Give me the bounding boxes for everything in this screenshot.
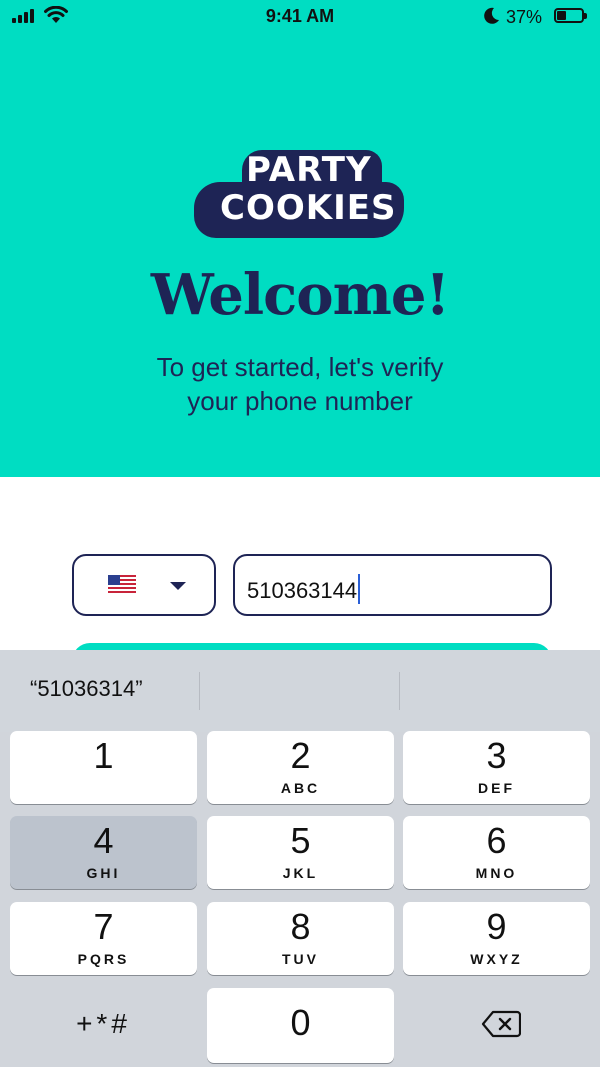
key-letters: TUV xyxy=(282,951,319,967)
subtitle: To get started, let's verify your phone … xyxy=(100,350,500,418)
moon-icon xyxy=(484,7,499,24)
key-number: 9 xyxy=(486,906,507,947)
key-letters: GHI xyxy=(86,865,121,881)
phone-number-input[interactable]: 510363144 xyxy=(233,554,552,616)
key-number: 0 xyxy=(290,1002,311,1043)
subtitle-line-1: To get started, let's verify xyxy=(156,352,444,382)
key-5[interactable]: 5 JKL xyxy=(207,816,394,889)
key-number: 2 xyxy=(290,735,311,776)
key-3[interactable]: 3 DEF xyxy=(403,731,590,804)
logo-line-1: PARTY xyxy=(246,150,372,190)
key-letters: MNO xyxy=(475,865,518,881)
symbols-label: +*# xyxy=(76,1008,131,1039)
subtitle-line-2: your phone number xyxy=(187,386,413,416)
country-code-dropdown[interactable] xyxy=(72,554,216,616)
key-number: 5 xyxy=(290,820,311,861)
key-number: 6 xyxy=(486,820,507,861)
phone-number-value: 510363144 xyxy=(247,578,358,603)
key-8[interactable]: 8 TUV xyxy=(207,902,394,975)
key-number: 8 xyxy=(290,906,311,947)
text-cursor xyxy=(358,574,361,604)
key-6[interactable]: 6 MNO xyxy=(403,816,590,889)
battery-percent: 37% xyxy=(506,7,543,27)
key-9[interactable]: 9 WXYZ xyxy=(403,902,590,975)
chevron-down-icon xyxy=(170,582,186,590)
us-flag-icon xyxy=(108,575,136,595)
key-number: 3 xyxy=(486,735,507,776)
suggestion-item[interactable]: “51036314” xyxy=(30,676,143,702)
key-number: 4 xyxy=(93,820,114,861)
party-cookies-logo: PARTY COOKIES xyxy=(190,148,410,240)
key-4[interactable]: 4 GHI xyxy=(10,816,197,889)
battery-icon xyxy=(554,8,587,23)
hero-banner: PARTY COOKIES Welcome! To get started, l… xyxy=(0,0,600,477)
symbols-key[interactable]: +*# xyxy=(10,988,197,1061)
key-1[interactable]: 1 xyxy=(10,731,197,804)
key-number: 1 xyxy=(93,735,114,776)
key-letters: DEF xyxy=(478,780,515,796)
delete-key[interactable] xyxy=(403,988,590,1061)
key-2[interactable]: 2 ABC xyxy=(207,731,394,804)
page-title: Welcome! xyxy=(150,262,450,328)
backspace-icon xyxy=(481,1010,521,1038)
key-letters: JKL xyxy=(282,865,319,881)
key-letters: WXYZ xyxy=(470,951,523,967)
suggestion-bar: “51036314” xyxy=(0,650,600,732)
status-bar: 9:41 AM 37% xyxy=(0,0,600,34)
key-0[interactable]: 0 xyxy=(207,988,394,1063)
key-number: 7 xyxy=(93,906,114,947)
logo-line-2: COOKIES xyxy=(220,188,397,228)
key-7[interactable]: 7 PQRS xyxy=(10,902,197,975)
numeric-keyboard: “51036314” 1 2 ABC 3 DEF 4 GHI 5 JKL 6 M… xyxy=(0,650,600,1067)
key-letters: PQRS xyxy=(77,951,130,967)
key-letters: ABC xyxy=(280,780,321,796)
